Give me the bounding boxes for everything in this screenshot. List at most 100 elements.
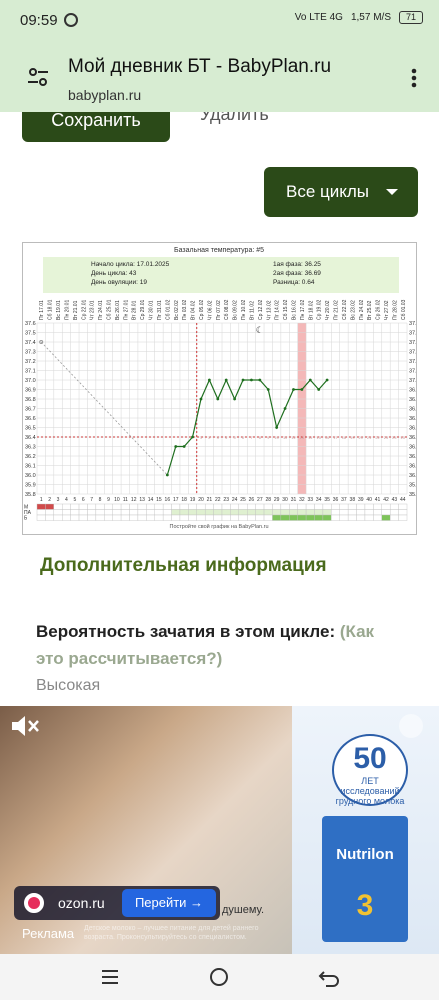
chart-marker-cell [78,509,88,516]
web-content: Сохранить Удалить Все циклы Базальная те… [0,112,439,712]
chart-marker-cell [314,503,324,510]
ad-more-icon[interactable] [399,714,423,738]
chart-phase2-label: 24 [392,435,397,440]
chart-date-label: Вт 04.02 [191,300,197,320]
probability-label: Вероятность зачатия в этом цикле: [36,622,336,641]
ad-brand-name: ozon.ru [58,895,105,911]
chart-data-point [174,445,178,448]
chart-ytick-right: 36.5 [409,426,416,432]
chart-day-number: 39 [358,497,364,503]
all-cycles-dropdown[interactable]: Все циклы [264,167,418,217]
chart-date-label: Ср 26.02 [376,299,382,320]
chart-marker-cell [87,509,97,516]
chart-marker-cell [179,514,189,521]
chart-phase2-label: 6 [242,435,245,440]
chart-phase2-label: 12 [291,435,296,440]
recents-icon[interactable] [99,966,121,988]
chart-marker-cell [154,509,164,516]
chart-marker-cell [95,503,105,510]
chart-marker-cell [53,509,63,516]
browser-header: Мой дневник БТ - BabyPlan.ru babyplan.ru [0,42,439,112]
chart-data-point [266,388,270,391]
chart-date-label: Ср 12.02 [258,299,264,320]
page-title: Мой дневник БТ - BabyPlan.ru [68,56,332,77]
site-settings-icon[interactable] [28,68,48,86]
delete-button[interactable]: Удалить [200,112,269,125]
chart-ytick-left: 36.2 [25,454,36,460]
chart-date-label: Вс 09.02 [233,300,239,320]
chevron-down-icon [386,189,398,195]
chart-marker-cell [154,514,164,521]
mute-icon[interactable] [10,714,40,738]
ad-brand-bar[interactable]: ozon.ru Перейти → [14,886,220,920]
chart-marker-cell [221,503,231,510]
chart-marker-cell [247,503,256,510]
chart-ytick-left: 36.0 [25,473,36,479]
home-icon[interactable] [208,966,230,988]
chart-date-label: Вт 28.01 [132,300,138,320]
chart-marker-cell [305,509,315,516]
chart-data-point [224,378,228,382]
chart-date-label: Сб 15.02 [283,299,289,320]
chart-ytick-right: 36.8 [409,397,416,403]
chart-date-label: Пн 10.02 [241,300,247,320]
back-icon[interactable] [318,966,340,988]
chart-date-label: Чт 23.01 [90,300,96,320]
chart-marker-cell [70,509,80,516]
chart-marker-cell [230,503,240,510]
bbt-chart-svg: Базальная температура: #5 Начало цикла: 1… [24,247,420,530]
chart-date-label: Пт 24.01 [98,300,104,320]
chart-phase2-label: 21 [367,435,372,440]
save-button[interactable]: Сохранить [22,112,170,142]
chart-ytick-left: 36.5 [25,426,36,432]
chart-data-point [317,388,321,391]
chart-day-number: 20 [198,497,204,503]
chart-ytick-left: 35.8 [25,492,36,498]
chart-date-label: Пт 31.01 [157,300,163,320]
chart-date-label: Пн 27.01 [123,300,129,320]
chart-marker-cell [104,514,113,521]
ad-product-panel[interactable]: 50 ЛЕТ исследований грудного молока Nutr… [292,706,439,954]
chart-marker-cell [213,509,223,516]
chart-ytick-right: 36.6 [409,416,416,422]
chart-date-label: Сб 01.03 [401,299,407,320]
chart-marker-cell [179,509,189,516]
chart-marker-cell [36,514,46,521]
chart-marker-cell [129,514,139,521]
chart-day-number: 13 [139,497,145,503]
ad-go-button[interactable]: Перейти → [122,889,216,917]
more-vert-icon[interactable] [411,68,417,88]
chart-marker-cell [36,509,46,516]
chart-date-label: Ср 05.02 [199,299,205,320]
chart-marker-cell [112,509,122,516]
all-cycles-label: Все циклы [286,182,370,201]
chart-day-number: 9 [107,497,110,503]
chart-day-number: 37 [341,497,347,503]
chart-date-label: Пн 03.02 [182,300,188,320]
chart-marker-cell [120,509,130,516]
chart-phase2-label: 7 [250,435,253,440]
chart-day-number: 29 [274,497,280,503]
chart-day-number: 35 [324,497,330,503]
chart-ytick-right: 37.4 [409,340,416,346]
chart-phase2-label: 10 [274,435,279,440]
chart-marker-cell [62,509,71,516]
chart-day-number: 7 [90,497,93,503]
chart-marker-cell [230,509,240,516]
chart-phase2-label: 3 [217,435,220,440]
chart-ytick-right: 37.3 [409,350,416,356]
chart-date-label: Вт 18.02 [308,300,314,320]
chart-day-number: 2 [48,497,51,503]
chart-marker-cell [263,503,273,510]
chart-marker-cell [146,503,155,510]
chart-marker-cell [272,509,282,516]
page-url[interactable]: babyplan.ru [68,87,141,103]
chart-day-number: 42 [383,497,389,503]
chart-date-label: Вс 26.01 [115,300,121,320]
chart-info-right: 2ая фаза: 36.69 [273,270,321,277]
bbt-chart: Базальная температура: #5 Начало цикла: 1… [22,242,420,535]
chart-marker-cell [171,503,181,510]
chart-data-point [325,378,329,382]
chart-day-number: 34 [316,497,322,503]
ad-banner[interactable]: 50 ЛЕТ исследований грудного молока Nutr… [0,706,439,954]
